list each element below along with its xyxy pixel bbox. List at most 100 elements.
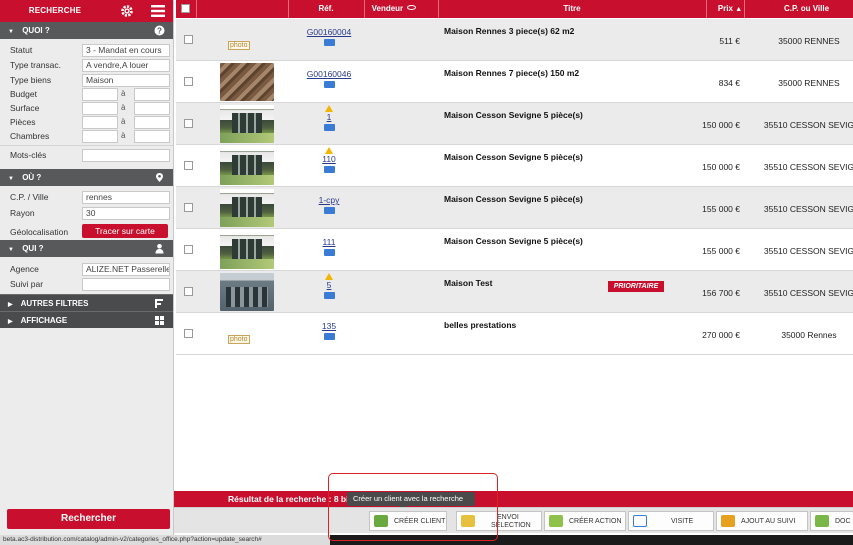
collapse-icon: ▼: [8, 29, 14, 35]
rechercher-button[interactable]: Rechercher: [7, 509, 170, 529]
section-qui-label: QUI ?: [22, 244, 44, 253]
col-titre[interactable]: Titre: [438, 4, 706, 13]
type-transac-select[interactable]: A vendre,A louer: [82, 59, 170, 72]
surface-max-input[interactable]: [134, 102, 170, 115]
section-ou-header[interactable]: ▼ OÙ ?: [0, 169, 173, 186]
table-row[interactable]: 110 Maison Cesson Sevigne 5 pièce(s) 150…: [176, 145, 853, 187]
mail-icon[interactable]: [323, 292, 335, 299]
cp-ville-input[interactable]: rennes: [82, 191, 170, 204]
chambres-max-input[interactable]: [134, 130, 170, 143]
mail-icon[interactable]: [323, 124, 335, 131]
row-checkbox[interactable]: [184, 287, 193, 296]
table-row[interactable]: photo 135 belles prestations 270 000 € 3…: [176, 313, 853, 355]
table-row[interactable]: photo G00160004 Maison Rennes 3 piece(s)…: [176, 19, 853, 61]
result-bar: Résultat de la recherche : 8 bien: [174, 491, 853, 507]
col-vendeur[interactable]: Vendeur: [364, 4, 424, 13]
cp-ville-row: C.P. / Ville rennes: [0, 190, 173, 204]
door-icon: [633, 515, 647, 527]
table-row[interactable]: 5 Maison Test PRIORITAIRE 156 700 € 3551…: [176, 271, 853, 313]
mail-icon[interactable]: [323, 166, 335, 173]
select-all-checkbox[interactable]: [181, 4, 190, 13]
ref-link[interactable]: 111: [294, 237, 364, 247]
title-cell[interactable]: Maison Cesson Sevigne 5 pièce(s): [444, 194, 583, 204]
ajout-suivi-button[interactable]: AJOUT AU SUIVI: [716, 511, 808, 531]
ref-cell: 1: [294, 105, 364, 131]
section-quoi-header[interactable]: ▼ QUOI ? ?: [0, 22, 173, 39]
budget-label: Budget: [10, 89, 37, 99]
tracer-sur-carte-button[interactable]: Tracer sur carte: [82, 224, 168, 238]
ref-link[interactable]: G00160004: [294, 27, 364, 37]
row-checkbox[interactable]: [184, 203, 193, 212]
row-checkbox[interactable]: [184, 329, 193, 338]
price-cell: 834 €: [718, 78, 740, 88]
title-cell[interactable]: Maison Rennes 7 piece(s) 150 m2: [444, 68, 579, 78]
property-photo[interactable]: [220, 63, 274, 101]
surface-min-input[interactable]: [82, 102, 118, 115]
title-cell[interactable]: Maison Cesson Sevigne 5 pièce(s): [444, 110, 583, 120]
ref-link[interactable]: 110: [294, 154, 364, 164]
row-checkbox[interactable]: [184, 77, 193, 86]
property-photo[interactable]: [220, 105, 274, 143]
agence-select[interactable]: ALIZE.NET Passerelle: [82, 263, 170, 276]
mail-icon[interactable]: [323, 207, 335, 214]
section-filtres-header[interactable]: ▶ AUTRES FILTRES: [0, 294, 173, 311]
row-checkbox[interactable]: [184, 245, 193, 254]
row-checkbox[interactable]: [184, 35, 193, 44]
rayon-input[interactable]: 30: [82, 207, 170, 220]
pieces-max-input[interactable]: [134, 116, 170, 129]
title-cell[interactable]: Maison Cesson Sevigne 5 pièce(s): [444, 152, 583, 162]
chambres-label: Chambres: [10, 131, 50, 141]
col-ref[interactable]: Réf.: [288, 4, 364, 13]
mots-cles-row: Mots-clés: [0, 146, 173, 164]
type-biens-select[interactable]: Maison: [82, 74, 170, 87]
price-cell: 511 €: [719, 36, 740, 46]
menu-icon[interactable]: [150, 4, 166, 18]
doc-button[interactable]: DOC: [810, 511, 853, 531]
pieces-min-input[interactable]: [82, 116, 118, 129]
help-icon: ?: [154, 25, 165, 36]
ref-cell: G00160004: [294, 27, 364, 46]
mots-cles-input[interactable]: [82, 149, 170, 162]
property-photo[interactable]: [220, 147, 274, 185]
col-cp-ville[interactable]: C.P. ou Ville: [744, 4, 853, 13]
section-qui-header[interactable]: ▼ QUI ?: [0, 240, 173, 257]
statut-select[interactable]: 3 - Mandat en cours: [82, 44, 170, 57]
creer-action-button[interactable]: CRÉER ACTION: [544, 511, 626, 531]
budget-row: Budget à: [0, 87, 173, 101]
row-checkbox[interactable]: [184, 161, 193, 170]
table-row[interactable]: 111 Maison Cesson Sevigne 5 pièce(s) 155…: [176, 229, 853, 271]
ref-cell: 135: [294, 321, 364, 340]
section-affichage-header[interactable]: ▶ AFFICHAGE: [0, 311, 173, 328]
title-cell[interactable]: belles prestations: [444, 320, 516, 330]
table-row[interactable]: G00160046 Maison Rennes 7 piece(s) 150 m…: [176, 61, 853, 103]
table-row[interactable]: 1-cpy Maison Cesson Sevigne 5 pièce(s) 1…: [176, 187, 853, 229]
add-follow-icon: [721, 515, 735, 527]
ref-link[interactable]: G00160046: [294, 69, 364, 79]
visite-button[interactable]: VISITE: [628, 511, 714, 531]
ref-link[interactable]: 1-cpy: [294, 195, 364, 205]
table-row[interactable]: 1 Maison Cesson Sevigne 5 pièce(s) 150 0…: [176, 103, 853, 145]
property-photo[interactable]: [220, 231, 274, 269]
budget-min-input[interactable]: [82, 88, 118, 101]
prioritaire-badge: PRIORITAIRE: [608, 281, 664, 292]
budget-max-input[interactable]: [134, 88, 170, 101]
chambres-min-input[interactable]: [82, 130, 118, 143]
section-quoi-label: QUOI ?: [22, 26, 50, 35]
visite-label: VISITE: [671, 518, 694, 525]
mail-icon[interactable]: [323, 39, 335, 46]
title-cell[interactable]: Maison Rennes 3 piece(s) 62 m2: [444, 26, 574, 36]
property-photo[interactable]: [220, 273, 274, 311]
suivi-par-select[interactable]: [82, 278, 170, 291]
row-checkbox[interactable]: [184, 119, 193, 128]
envoi-label: ENVOI: [497, 514, 519, 521]
gear-icon[interactable]: [120, 4, 134, 18]
title-cell[interactable]: Maison Test: [444, 278, 493, 288]
ref-link[interactable]: 1: [294, 112, 364, 122]
mail-icon[interactable]: [323, 249, 335, 256]
mail-icon[interactable]: [323, 81, 335, 88]
mail-icon[interactable]: [323, 333, 335, 340]
title-cell[interactable]: Maison Cesson Sevigne 5 pièce(s): [444, 236, 583, 246]
property-photo[interactable]: [220, 189, 274, 227]
ref-link[interactable]: 5: [294, 280, 364, 290]
ref-link[interactable]: 135: [294, 321, 364, 331]
